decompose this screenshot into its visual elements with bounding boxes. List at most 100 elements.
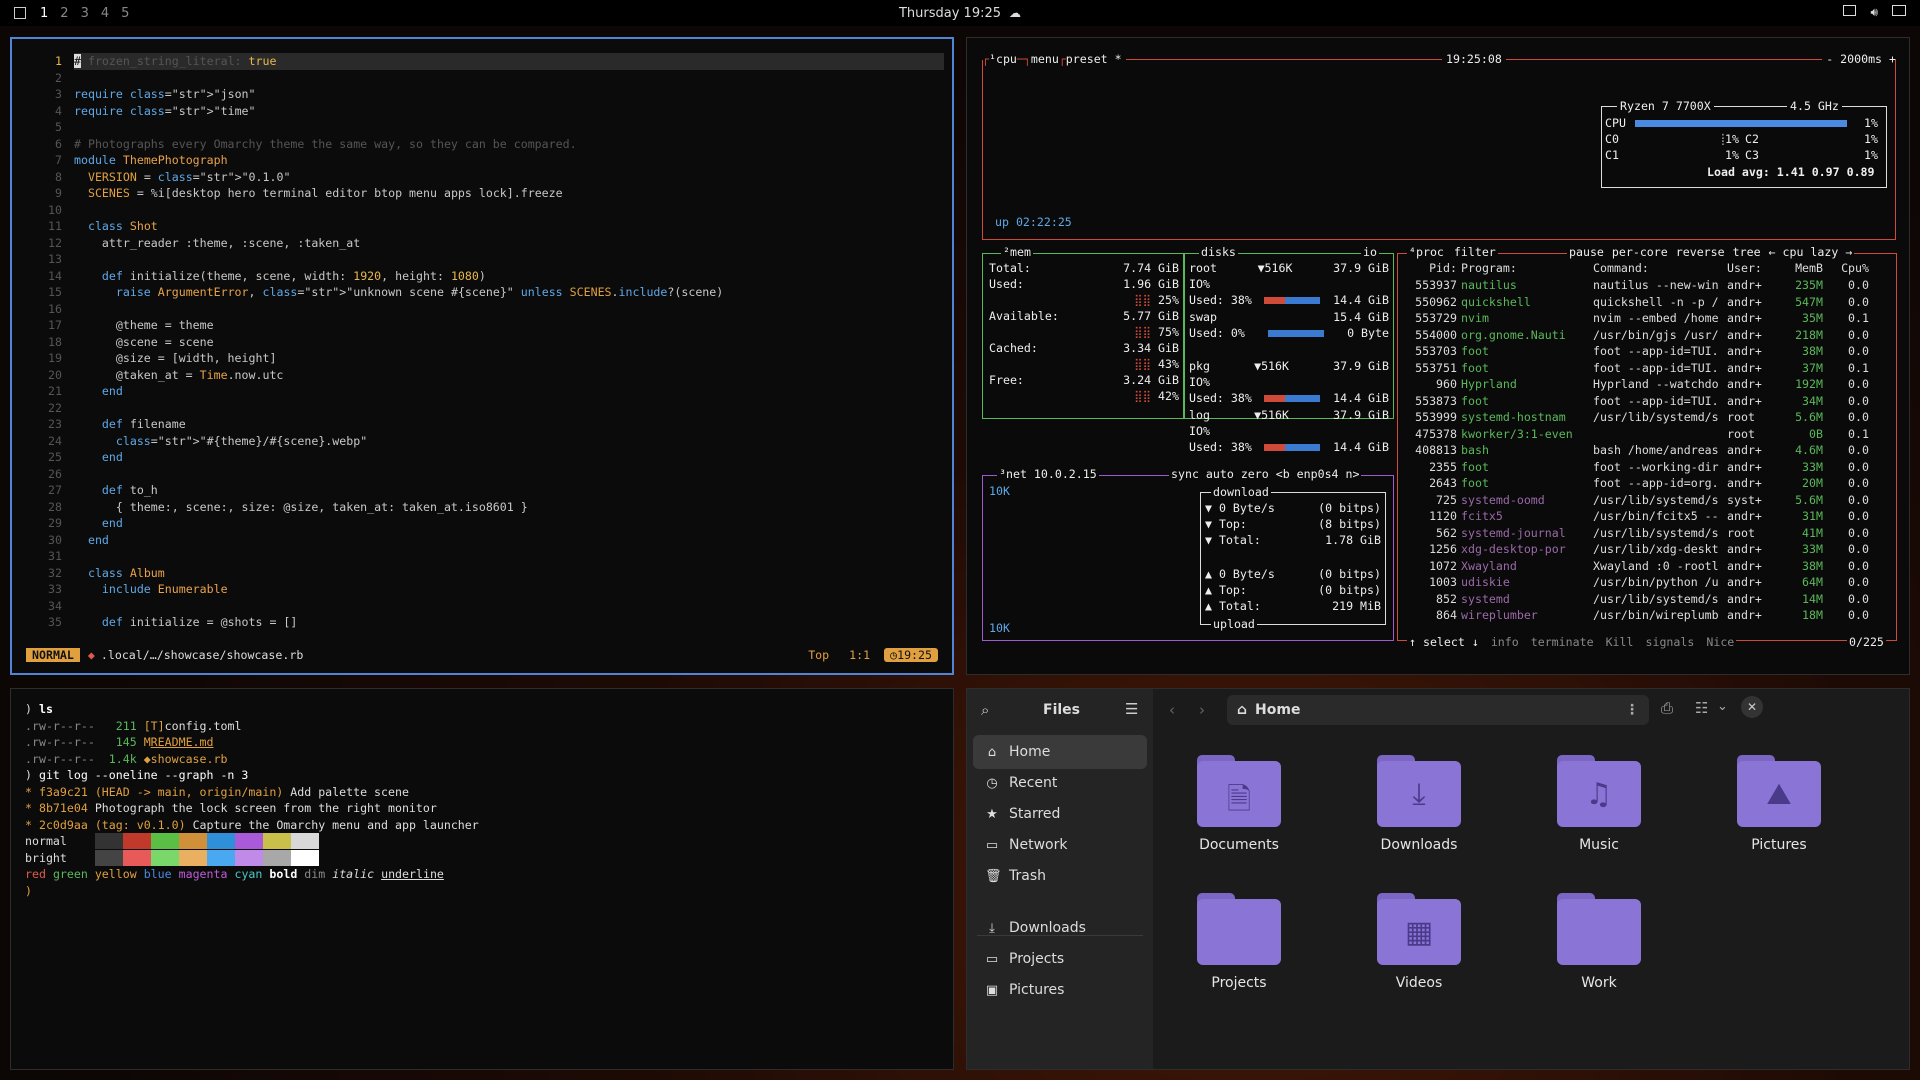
proc-kill[interactable]: Kill <box>1606 634 1634 651</box>
proc-terminate[interactable]: terminate <box>1531 634 1594 651</box>
code-line[interactable] <box>74 70 944 87</box>
code-area[interactable]: # frozen_string_literal: true require cl… <box>74 53 944 631</box>
camera-icon[interactable]: ⎙ <box>1661 699 1673 717</box>
files-window[interactable]: ⌕ Files ☰ ⌂ Home ◷ Recent ★ Starred ▭ Network 🗑︎… <box>966 688 1910 1070</box>
editor-window[interactable]: 1 2 3 4 5 6 7 8 9 10 11 12 13 14 15 16 17 18 19 20 21 22 23 24 2… <box>10 37 954 675</box>
net-sync[interactable]: sync <box>1171 467 1199 481</box>
workspace-1[interactable]: 1 <box>40 6 48 21</box>
code-line[interactable]: SCENES = %i[desktop hero terminal editor… <box>74 185 944 202</box>
code-line[interactable]: class Album <box>74 565 944 582</box>
code-line[interactable] <box>74 400 944 417</box>
disk-pkg[interactable]: pkg ▼516K 37.9 GiB <box>1189 358 1389 375</box>
btop-window[interactable]: ┌ ¹cpu ─┐ menu ┌ preset * 19:25:08 - 2000ms… <box>966 37 1910 675</box>
sidebar-menu-icon[interactable]: ☰ <box>1125 700 1138 718</box>
proc-per-core[interactable]: per-core <box>1612 244 1668 261</box>
code-line[interactable] <box>74 598 944 615</box>
sidebar-item-trash[interactable]: 🗑︎ Trash <box>973 859 1147 893</box>
net-interface[interactable]: <b enp0s4 n> <box>1276 467 1360 481</box>
folder-projects[interactable]: Projects <box>1169 893 1309 991</box>
terminal-output[interactable]: ) ls .rw-r--r-- 211 [T]config.toml .rw-r--… <box>25 701 479 899</box>
code-line[interactable]: @size = [width, height] <box>74 350 944 367</box>
code-line[interactable]: include Enumerable <box>74 581 944 598</box>
volume-icon[interactable]: 🔊︎ <box>1870 5 1878 19</box>
search-icon[interactable]: ⌕ <box>981 701 989 719</box>
code-line[interactable] <box>74 301 944 318</box>
code-line[interactable]: end <box>74 449 944 466</box>
window-icon[interactable] <box>1843 5 1857 16</box>
sidebar-item-recent[interactable]: ◷ Recent <box>973 766 1147 800</box>
workspace-3[interactable]: 3 <box>81 6 89 21</box>
monitor-icon[interactable] <box>1892 5 1906 16</box>
net-zero[interactable]: zero <box>1241 467 1269 481</box>
code-line[interactable] <box>74 548 944 565</box>
proc-tree[interactable]: tree <box>1733 244 1761 261</box>
clock[interactable]: Thursday 19:25 ☁ <box>899 6 1021 21</box>
sidebar-item-starred[interactable]: ★ Starred <box>973 797 1147 831</box>
code-line[interactable]: class="str">"#{theme}/#{scene}.webp" <box>74 433 944 450</box>
code-line[interactable]: @taken_at = Time.now.utc <box>74 367 944 384</box>
code-line[interactable]: @scene = scene <box>74 334 944 351</box>
sidebar-item-home[interactable]: ⌂ Home <box>973 735 1147 769</box>
folder-documents[interactable]: 🗎 Documents <box>1169 755 1309 853</box>
code-line[interactable]: require class="str">"time" <box>74 103 944 120</box>
folder-pictures[interactable]: ⛰ Pictures <box>1709 755 1849 853</box>
proc-pause[interactable]: pause <box>1569 244 1604 261</box>
sidebar-item-projects[interactable]: ▭ Projects <box>973 942 1147 976</box>
code-line[interactable] <box>74 202 944 219</box>
location-menu-icon[interactable]: ⋮ <box>1625 702 1639 718</box>
code-line[interactable]: raise ArgumentError, class="str">"unknow… <box>74 284 944 301</box>
app-launcher-icon[interactable] <box>14 7 26 19</box>
net-auto[interactable]: auto <box>1206 467 1234 481</box>
proc-info[interactable]: info <box>1491 634 1519 651</box>
view-list-icon[interactable]: ☷ <box>1695 699 1708 717</box>
sidebar-item-downloads[interactable]: ⤓ Downloads <box>973 911 1147 945</box>
proc-signals[interactable]: signals <box>1645 634 1694 651</box>
code-line[interactable]: def initialize(theme, scene, width: 1920… <box>74 268 944 285</box>
workspace-5[interactable]: 5 <box>121 6 129 21</box>
menu-button[interactable]: menu <box>1031 51 1059 68</box>
folder-work[interactable]: Work <box>1529 893 1669 991</box>
code-line[interactable]: def to_h <box>74 482 944 499</box>
code-line[interactable]: require class="str">"json" <box>74 86 944 103</box>
code-line[interactable]: module ThemePhotograph <box>74 152 944 169</box>
proc-nice[interactable]: Nice <box>1706 634 1734 651</box>
proc-sort[interactable]: ← cpu lazy → <box>1769 244 1853 261</box>
workspace-2[interactable]: 2 <box>60 6 68 21</box>
chevron-down-icon[interactable]: ⌄ <box>1717 699 1728 714</box>
code-line[interactable]: # frozen_string_literal: true <box>74 53 944 70</box>
folder-videos[interactable]: ▦ Videos <box>1349 893 1489 991</box>
code-line[interactable]: class Shot <box>74 218 944 235</box>
terminal-window[interactable]: ) ls .rw-r--r-- 211 [T]config.toml .rw-r--… <box>10 688 954 1070</box>
code-line[interactable]: def filename <box>74 416 944 433</box>
workspace-4[interactable]: 4 <box>101 6 109 21</box>
proc-reverse[interactable]: reverse <box>1676 244 1725 261</box>
forward-icon[interactable]: › <box>1199 701 1205 719</box>
sidebar-item-pictures[interactable]: ▣ Pictures <box>973 973 1147 1007</box>
proc-select[interactable]: ↑ select ↓ <box>1409 634 1479 651</box>
net-controls[interactable]: sync auto zero <b enp0s4 n> <box>1169 466 1362 483</box>
code-line[interactable] <box>74 466 944 483</box>
location-bar[interactable]: ⌂ Home ⋮ <box>1227 695 1649 725</box>
code-line[interactable]: @theme = theme <box>74 317 944 334</box>
code-line[interactable]: end <box>74 532 944 549</box>
code-line[interactable]: end <box>74 383 944 400</box>
close-icon[interactable]: ✕ <box>1741 696 1763 718</box>
disks-io-toggle[interactable]: io <box>1361 244 1379 261</box>
back-icon[interactable]: ‹ <box>1169 701 1175 719</box>
disk-swap[interactable]: swap 15.4 GiB <box>1189 309 1389 326</box>
code-line[interactable]: VERSION = class="str">"0.1.0" <box>74 169 944 186</box>
sidebar-item-network[interactable]: ▭ Network <box>973 828 1147 862</box>
code-line[interactable]: def initialize = @shots = [] <box>74 614 944 631</box>
folder-music[interactable]: ♫ Music <box>1529 755 1669 853</box>
disk-root[interactable]: root ▼516K 37.9 GiB <box>1189 260 1389 277</box>
code-line[interactable]: { theme:, scene:, size: @size, taken_at:… <box>74 499 944 516</box>
code-line[interactable] <box>74 119 944 136</box>
disk-log[interactable]: log ▼516K 37.9 GiB <box>1189 407 1389 424</box>
code-line[interactable]: end <box>74 515 944 532</box>
code-line[interactable]: attr_reader :theme, :scene, :taken_at <box>74 235 944 252</box>
update-interval[interactable]: - 2000ms + <box>1826 51 1896 68</box>
folder-downloads[interactable]: ⤓ Downloads <box>1349 755 1489 853</box>
code-line[interactable]: # Photographs every Omarchy theme the sa… <box>74 136 944 153</box>
preset-button[interactable]: preset * <box>1066 51 1122 68</box>
code-line[interactable] <box>74 251 944 268</box>
